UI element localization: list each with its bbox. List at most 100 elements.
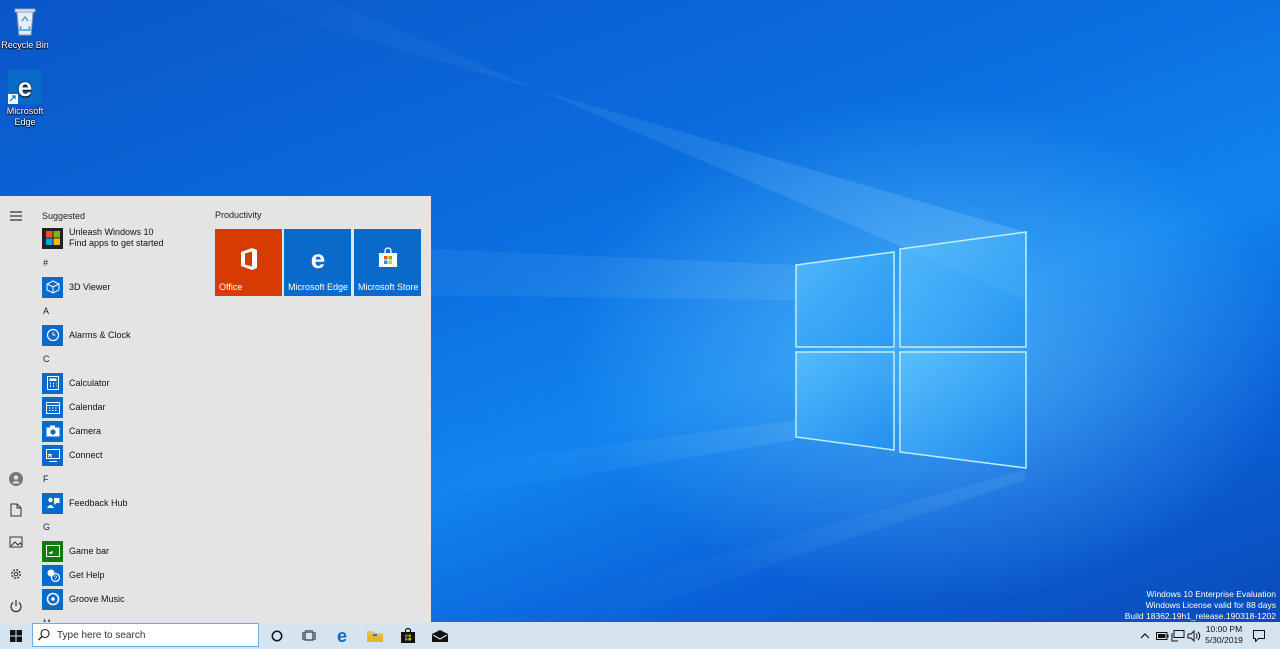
tile-label: Office	[219, 282, 243, 292]
app-game-bar[interactable]: Game bar	[42, 539, 207, 563]
taskbar-edge-button[interactable]: e	[329, 622, 355, 649]
store-bag-icon	[401, 627, 415, 643]
tile-group-heading[interactable]: Productivity	[215, 210, 262, 220]
search-icon	[38, 628, 50, 641]
edge-icon: e	[8, 70, 42, 104]
app-name: Game bar	[69, 546, 110, 556]
start-menu-rail	[0, 196, 33, 622]
office-icon	[215, 247, 282, 271]
search-input[interactable]	[55, 628, 249, 642]
tile-label: Microsoft Edge	[288, 282, 349, 292]
action-center-button[interactable]	[1249, 622, 1269, 649]
section-letter-a[interactable]: A	[43, 299, 207, 323]
app-calculator[interactable]: Calculator	[42, 371, 207, 395]
gear-icon	[11, 569, 21, 579]
game-bar-icon	[42, 540, 63, 562]
cube-icon	[42, 276, 63, 298]
store-bag-icon	[354, 247, 421, 269]
store-button[interactable]	[395, 622, 421, 649]
suggested-title: Unleash Windows 10	[69, 227, 154, 237]
taskbar: e 10:00 PM 5/30/2019	[0, 622, 1280, 649]
hamburger-icon	[10, 211, 22, 221]
section-letter-m[interactable]: M	[43, 611, 207, 622]
section-letter-c[interactable]: C	[43, 347, 207, 371]
app-name: Calendar	[69, 402, 106, 412]
suggested-heading: Suggested	[42, 211, 86, 221]
app-name: Get Help	[69, 570, 105, 580]
app-get-help[interactable]: ? Get Help	[42, 563, 207, 587]
edge-icon: e	[284, 247, 351, 273]
settings-button[interactable]	[6, 564, 26, 584]
clock-time: 10:00 PM	[1205, 624, 1243, 634]
microsoft-edge-label: Microsoft Edge	[6, 106, 44, 127]
show-hidden-icons-button[interactable]	[1138, 622, 1152, 649]
tile-microsoft-edge[interactable]: e Microsoft Edge	[284, 229, 351, 296]
watermark-line-2: Windows License valid for 88 days	[1145, 600, 1276, 610]
power-button[interactable]	[6, 596, 26, 616]
clock-icon	[42, 324, 63, 346]
battery-button[interactable]	[1154, 622, 1170, 649]
windows-logo-icon	[42, 227, 63, 249]
suggested-item[interactable]: Unleash Windows 10 Find apps to get star…	[42, 225, 207, 251]
help-icon: ?	[42, 564, 63, 586]
expand-menu-button[interactable]	[6, 206, 26, 226]
power-icon	[10, 600, 22, 613]
section-letter-g[interactable]: G	[43, 515, 207, 539]
app-groove-music[interactable]: Groove Music	[42, 587, 207, 611]
network-wired-icon	[1171, 629, 1185, 641]
cortana-button[interactable]	[264, 622, 290, 649]
documents-button[interactable]	[6, 500, 26, 520]
section-letter-f[interactable]: F	[43, 467, 207, 491]
clock-button[interactable]: 10:00 PM 5/30/2019	[1201, 624, 1247, 646]
calendar-icon	[42, 396, 63, 418]
app-connect[interactable]: Connect	[42, 443, 207, 467]
app-3d-viewer[interactable]: 3D Viewer	[42, 275, 207, 299]
app-calendar[interactable]: Calendar	[42, 395, 207, 419]
app-alarms-clock[interactable]: Alarms & Clock	[42, 323, 207, 347]
task-view-icon	[302, 629, 316, 640]
calculator-icon	[42, 372, 63, 394]
user-avatar-icon	[9, 472, 23, 486]
file-explorer-button[interactable]	[362, 622, 388, 649]
app-name: Connect	[69, 450, 103, 460]
feedback-icon	[42, 492, 63, 514]
task-view-button[interactable]	[296, 622, 322, 649]
microsoft-edge-desktop-icon[interactable]: e Microsoft Edge	[0, 70, 52, 128]
user-account-button[interactable]	[6, 469, 26, 489]
battery-icon	[1155, 631, 1168, 640]
folder-icon	[367, 630, 383, 642]
app-name: Groove Music	[69, 594, 125, 604]
svg-text:e: e	[18, 72, 32, 102]
recycle-bin-desktop-icon[interactable]: Recycle Bin	[0, 4, 52, 51]
app-camera[interactable]: Camera	[42, 419, 207, 443]
app-name: Camera	[69, 426, 102, 436]
section-letter-hash[interactable]: #	[43, 251, 207, 275]
pictures-button[interactable]	[6, 532, 26, 552]
search-box[interactable]	[32, 623, 259, 647]
tile-microsoft-store[interactable]: Microsoft Store	[354, 229, 421, 296]
mail-icon	[432, 629, 448, 642]
picture-icon	[9, 536, 23, 548]
tile-office[interactable]: Office	[215, 229, 282, 296]
notification-icon	[1253, 629, 1265, 642]
chevron-up-icon	[1140, 632, 1150, 638]
speaker-icon	[1187, 629, 1201, 642]
suggested-subtitle: Find apps to get started	[69, 238, 164, 248]
app-feedback-hub[interactable]: Feedback Hub	[42, 491, 207, 515]
start-button[interactable]	[0, 622, 32, 649]
connect-icon	[42, 444, 63, 466]
app-name: Alarms & Clock	[69, 330, 131, 340]
edge-icon: e	[337, 628, 347, 644]
mail-button[interactable]	[427, 622, 453, 649]
app-name: Calculator	[69, 378, 110, 388]
watermark-line-1: Windows 10 Enterprise Evaluation	[1146, 589, 1276, 599]
volume-button[interactable]	[1186, 622, 1202, 649]
camera-icon	[42, 420, 63, 442]
cortana-circle-icon	[271, 630, 283, 641]
network-button[interactable]	[1170, 622, 1186, 649]
svg-text:e: e	[310, 247, 324, 273]
watermark-line-3: Build 18362.19h1_release.190318-1202	[1124, 611, 1276, 621]
windows-evaluation-watermark: Windows 10 Enterprise Evaluation Windows…	[1125, 589, 1276, 622]
app-name: 3D Viewer	[69, 282, 111, 292]
groove-music-icon	[42, 588, 63, 610]
